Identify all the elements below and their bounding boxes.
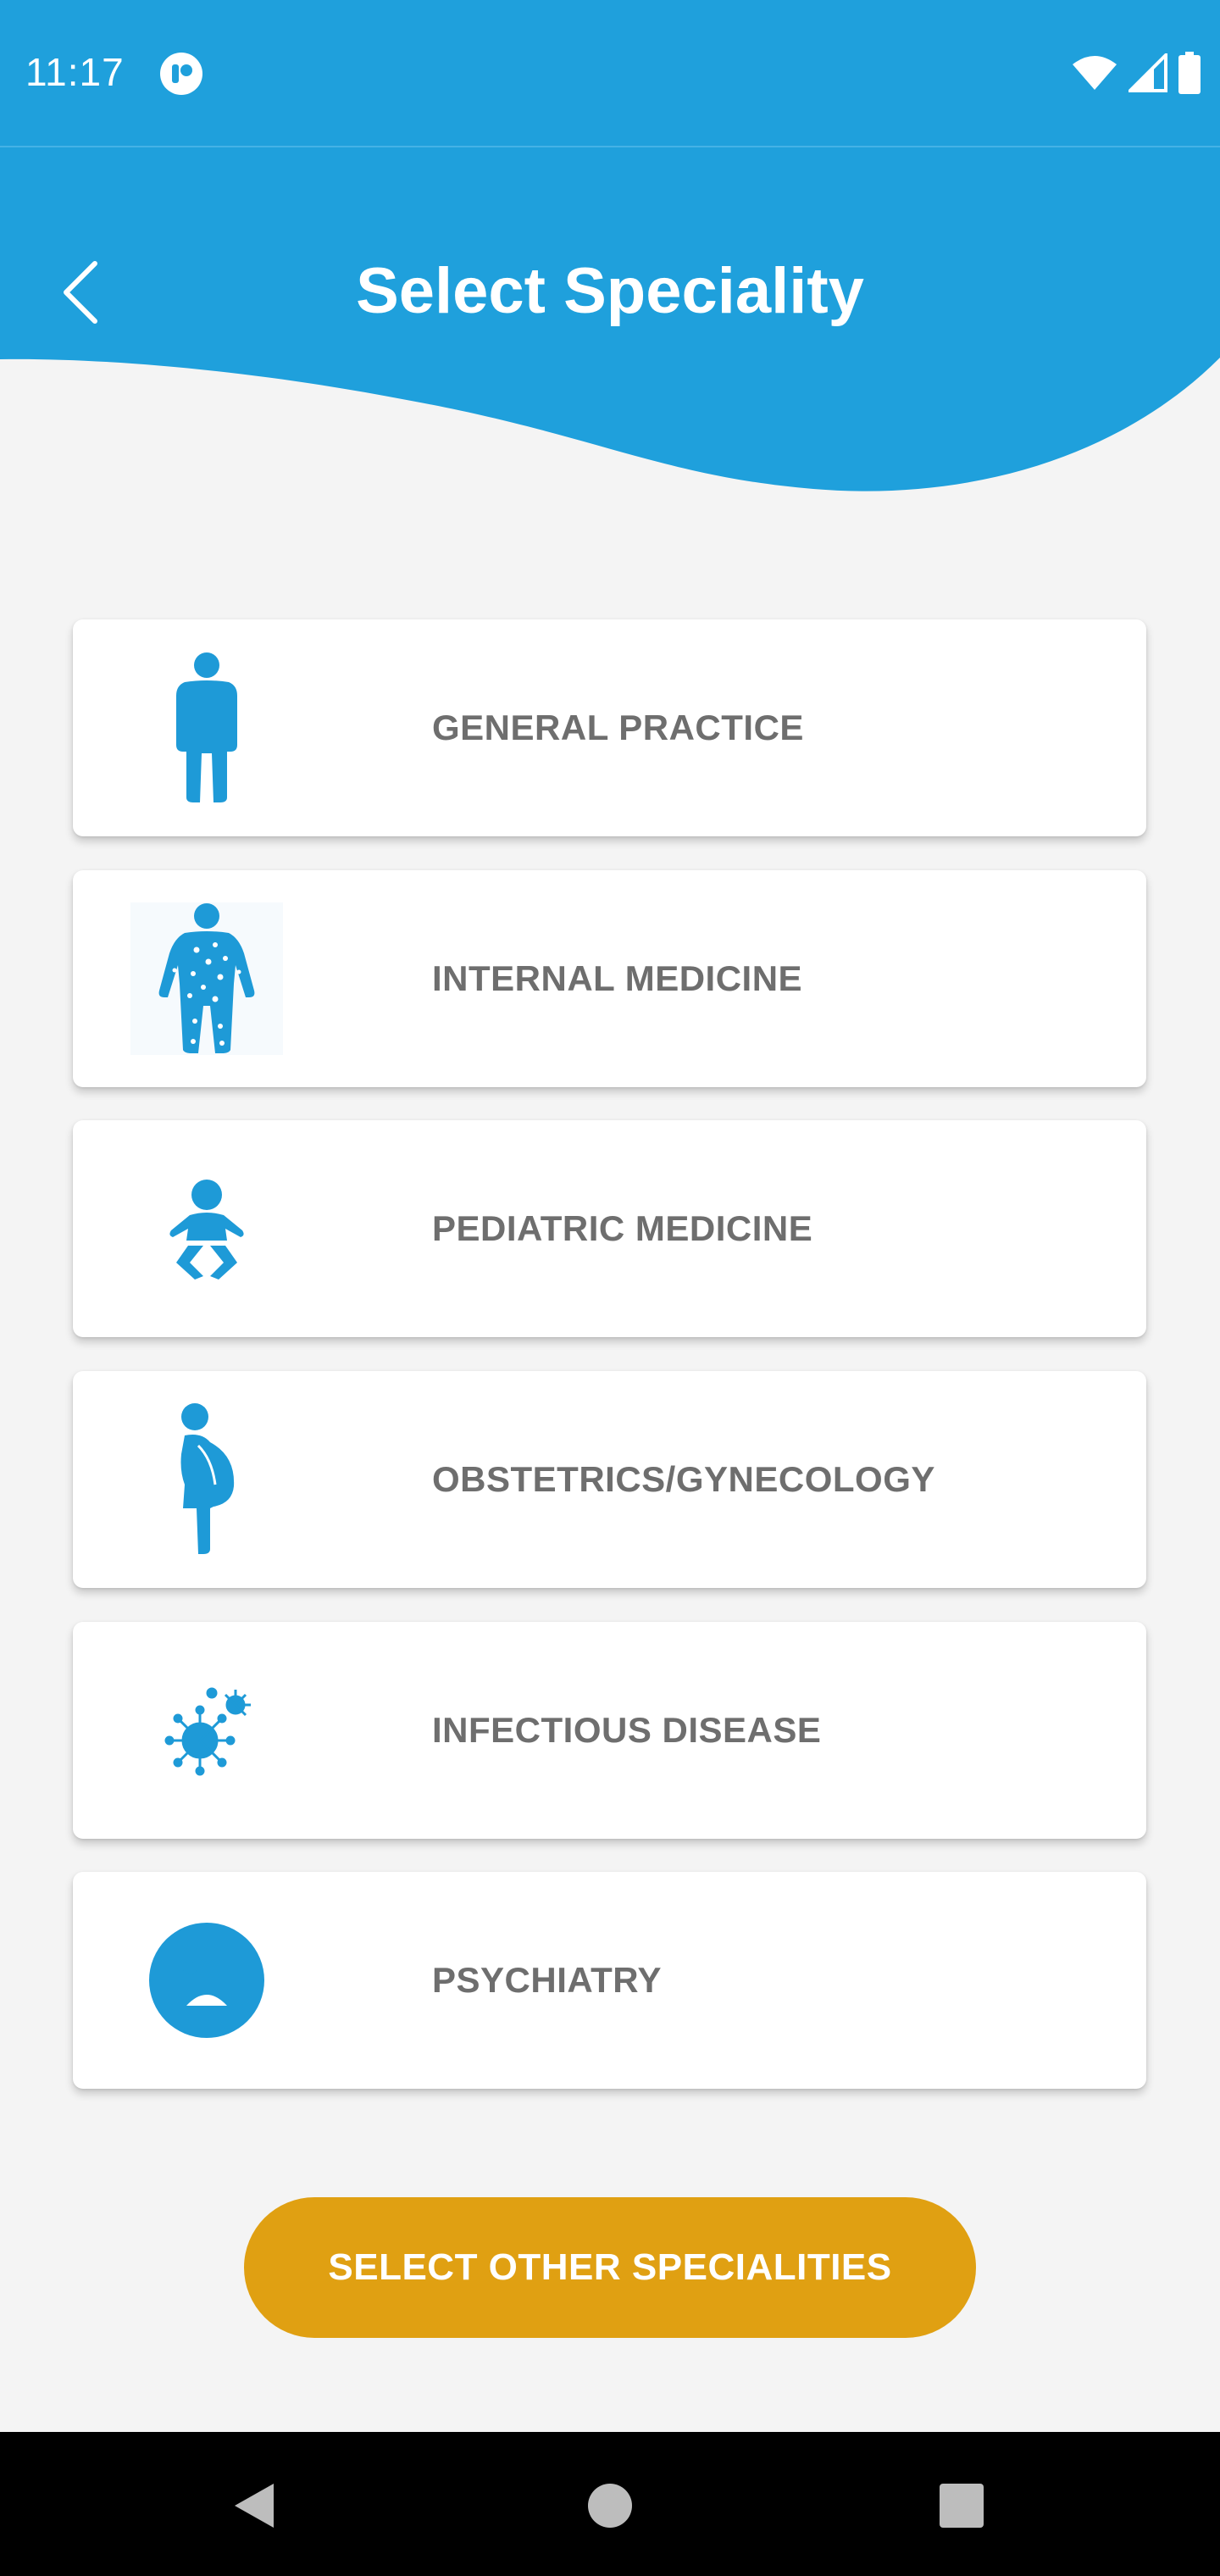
header: Select Speciality	[0, 146, 1220, 502]
speciality-label: INTERNAL MEDICINE	[432, 958, 803, 998]
baby-icon	[130, 1152, 283, 1305]
virus-icon	[130, 1654, 283, 1807]
speciality-card-obstetrics-gynecology[interactable]: OBSTETRICS/GYNECOLOGY	[73, 1371, 1146, 1588]
speciality-label: GENERAL PRACTICE	[432, 708, 804, 747]
speciality-label: PEDIATRIC MEDICINE	[432, 1208, 813, 1248]
cellular-signal-icon	[1128, 53, 1167, 92]
speciality-card-general-practice[interactable]: GENERAL PRACTICE	[73, 619, 1146, 836]
battery-icon	[1178, 52, 1201, 94]
home-circle-icon	[588, 2484, 632, 2528]
nav-home-button[interactable]	[572, 2468, 648, 2544]
speciality-card-infectious-disease[interactable]: INFECTIOUS DISEASE	[73, 1622, 1146, 1839]
back-triangle-icon	[235, 2484, 274, 2528]
wifi-icon	[1073, 56, 1117, 90]
app-notification-icon	[160, 53, 202, 95]
recents-square-icon	[940, 2484, 984, 2528]
pregnant-woman-icon	[130, 1403, 283, 1556]
body-dots-icon	[130, 902, 283, 1055]
speciality-label: INFECTIOUS DISEASE	[432, 1710, 822, 1750]
nav-recents-button[interactable]	[923, 2468, 1000, 2544]
speciality-card-psychiatry[interactable]: PSYCHIATRY	[73, 1872, 1146, 2089]
speciality-card-pediatric-medicine[interactable]: PEDIATRIC MEDICINE	[73, 1120, 1146, 1337]
sad-face-icon	[130, 1904, 283, 2057]
status-time: 11:17	[25, 50, 125, 94]
speciality-label: PSYCHIATRY	[432, 1960, 663, 2000]
system-nav-bar	[0, 2432, 1220, 2576]
status-icons	[1071, 51, 1201, 95]
nav-back-button[interactable]	[217, 2468, 293, 2544]
header-divider	[0, 146, 1220, 147]
page-title: Select Speciality	[356, 255, 864, 327]
speciality-label: OBSTETRICS/GYNECOLOGY	[432, 1459, 935, 1499]
person-icon	[130, 652, 283, 804]
speciality-card-internal-medicine[interactable]: INTERNAL MEDICINE	[73, 870, 1146, 1087]
status-bar: 11:17	[0, 0, 1220, 146]
select-other-specialities-button[interactable]: SELECT OTHER SPECIALITIES	[244, 2197, 976, 2338]
